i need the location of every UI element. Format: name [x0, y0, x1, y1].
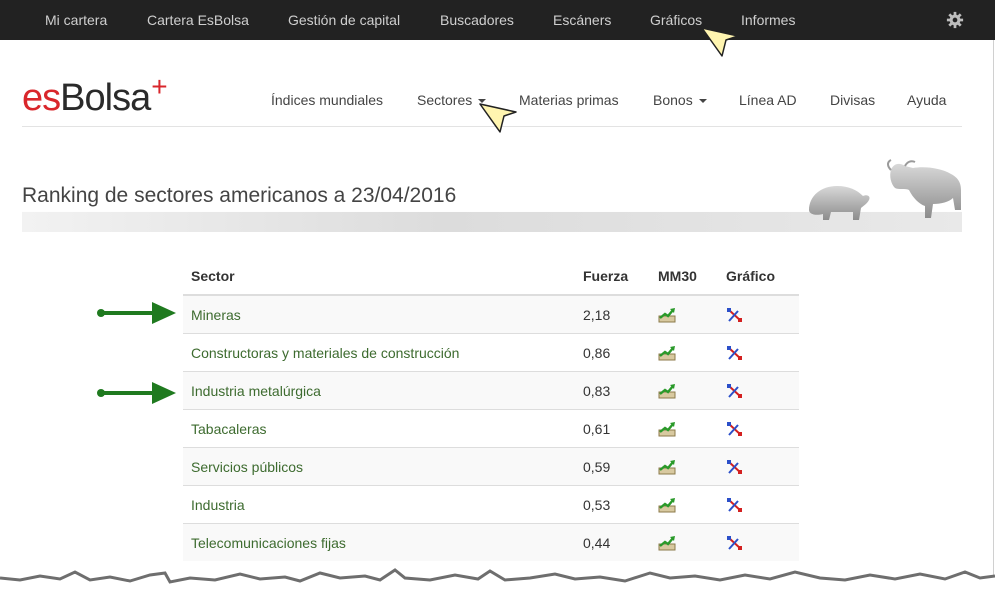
table-row: Constructoras y materiales de construcci…: [183, 333, 799, 372]
header-mm30: MM30: [650, 257, 718, 296]
top-nav-buscadores[interactable]: Buscadores: [440, 0, 514, 40]
top-nav-gestion-de-capital[interactable]: Gestión de capital: [288, 0, 400, 40]
table-header-row: Sector Fuerza MM30 Gráfico: [183, 257, 799, 296]
sector-name[interactable]: Telecomunicaciones fijas: [183, 523, 575, 561]
grafico-icon[interactable]: [718, 523, 799, 561]
table-row: Tabacaleras 0,61: [183, 409, 799, 448]
header-sector: Sector: [183, 257, 575, 296]
grafico-icon[interactable]: [718, 409, 799, 448]
logo-plus: +: [151, 71, 167, 102]
mm30-chart-icon[interactable]: [650, 409, 718, 448]
sector-fuerza: 0,86: [575, 333, 650, 372]
grafico-icon[interactable]: [718, 333, 799, 372]
table-row: Mineras 2,18: [183, 294, 799, 334]
grafico-icon[interactable]: [718, 294, 799, 334]
mm30-chart-icon[interactable]: [650, 485, 718, 524]
esbolsa-logo[interactable]: esBolsa+: [22, 71, 168, 119]
top-navbar: Mi cartera Cartera EsBolsa Gestión de ca…: [0, 0, 995, 40]
nav-divisas[interactable]: Divisas: [830, 90, 875, 110]
mm30-chart-icon[interactable]: [650, 333, 718, 372]
cursor-pointer-icon: [479, 103, 517, 133]
grafico-icon[interactable]: [718, 371, 799, 410]
nav-indices-mundiales[interactable]: Índices mundiales: [271, 90, 383, 110]
sector-name[interactable]: Servicios públicos: [183, 447, 575, 486]
top-nav-escaners[interactable]: Escáners: [553, 0, 611, 40]
bear-and-bull-illustration: [809, 159, 961, 220]
mm30-chart-icon[interactable]: [650, 294, 718, 334]
table-row: Industria 0,53: [183, 485, 799, 524]
mm30-chart-icon[interactable]: [650, 447, 718, 486]
mm30-chart-icon[interactable]: [650, 523, 718, 561]
top-nav-graficos[interactable]: Gráficos: [650, 0, 702, 40]
nav-sectores-label: Sectores: [417, 92, 473, 108]
annotation-arrow: [97, 382, 176, 404]
nav-materias-primas[interactable]: Materias primas: [519, 90, 619, 110]
mm30-chart-icon[interactable]: [650, 371, 718, 410]
top-nav-cartera-esbolsa[interactable]: Cartera EsBolsa: [147, 0, 249, 40]
chevron-down-icon: [698, 99, 707, 104]
sector-name[interactable]: Mineras: [183, 294, 575, 334]
logo-bolsa: Bolsa: [60, 77, 151, 119]
grafico-icon[interactable]: [718, 447, 799, 486]
grafico-icon[interactable]: [718, 485, 799, 524]
top-nav-informes[interactable]: Informes: [741, 0, 795, 40]
sector-ranking-table: Sector Fuerza MM30 Gráfico Mineras 2,18 Co…: [183, 257, 799, 561]
annotation-arrow: [97, 302, 176, 324]
torn-edge-decoration: [0, 568, 995, 602]
table-row: Servicios públicos 0,59: [183, 447, 799, 486]
page-title: Ranking de sectores americanos a 23/04/2…: [22, 184, 457, 207]
nav-ayuda[interactable]: Ayuda: [907, 90, 946, 110]
sector-fuerza: 0,44: [575, 523, 650, 561]
nav-sectores[interactable]: Sectores: [417, 90, 487, 110]
table-row: Industria metalúrgica 0,83: [183, 371, 799, 410]
nav-linea-ad[interactable]: Línea AD: [739, 90, 797, 110]
table-row: Telecomunicaciones fijas 0,44: [183, 523, 799, 561]
sector-fuerza: 0,61: [575, 409, 650, 448]
sector-name[interactable]: Industria: [183, 485, 575, 524]
sector-fuerza: 0,59: [575, 447, 650, 486]
top-nav-mi-cartera[interactable]: Mi cartera: [45, 0, 107, 40]
sector-fuerza: 2,18: [575, 294, 650, 334]
sector-name[interactable]: Tabacaleras: [183, 409, 575, 448]
nav-bonos[interactable]: Bonos: [653, 90, 707, 110]
gear-icon[interactable]: [946, 11, 964, 29]
logo-es: es: [22, 77, 61, 119]
sector-fuerza: 0,83: [575, 371, 650, 410]
sector-fuerza: 0,53: [575, 485, 650, 524]
cursor-pointer-icon: [701, 27, 739, 57]
header-fuerza: Fuerza: [575, 257, 650, 296]
sector-name[interactable]: Constructoras y materiales de construcci…: [183, 333, 575, 372]
nav-bonos-label: Bonos: [653, 92, 693, 108]
header-grafico: Gráfico: [718, 257, 799, 296]
sector-name[interactable]: Industria metalúrgica: [183, 371, 575, 410]
